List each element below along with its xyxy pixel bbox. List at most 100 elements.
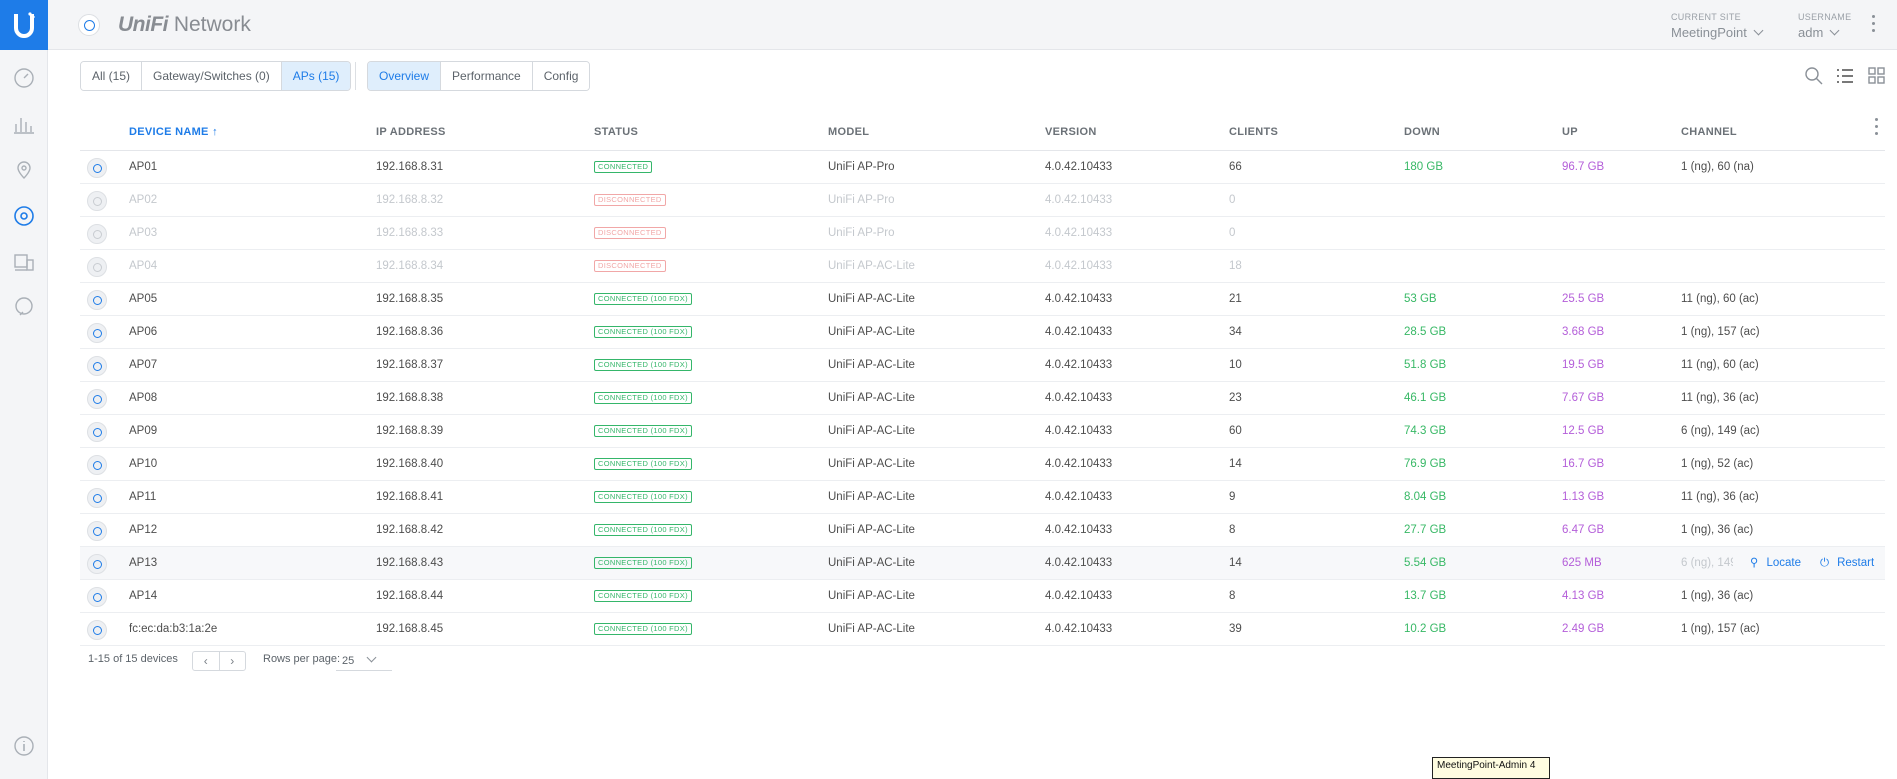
header-more-icon[interactable] (1872, 15, 1876, 36)
username-label: USERNAME (1798, 12, 1852, 22)
channel-cell: 1 (ng), 157 (ac) (1681, 326, 1760, 338)
table-row[interactable]: AP10 CONNECTED (100 FDX) 192.168.8.40 UniFi… (80, 448, 1885, 481)
device-name[interactable]: AP07 (129, 349, 157, 381)
ip-cell: 192.168.8.42 (376, 524, 444, 536)
statistics-icon[interactable] (11, 111, 37, 137)
table-row[interactable]: AP06 CONNECTED (100 FDX) 192.168.8.36 UniFi… (80, 316, 1885, 349)
status-badge: CONNECTED (100 FDX) (594, 325, 692, 338)
unifi-logo[interactable] (0, 0, 48, 50)
device-name[interactable]: AP05 (129, 283, 157, 315)
rows-per-page-select[interactable]: 25 (336, 651, 392, 671)
insights-icon[interactable] (11, 294, 37, 320)
channel-cell: 11 (ng), 60 (ac) (1681, 293, 1759, 305)
device-name[interactable]: AP06 (129, 316, 157, 348)
table-row[interactable]: AP07 CONNECTED (100 FDX) 192.168.8.37 UniFi… (80, 349, 1885, 382)
col-clients[interactable]: CLIENTS (1229, 126, 1278, 138)
access-point-icon (87, 356, 107, 376)
device-name[interactable]: AP12 (129, 514, 157, 546)
table-row[interactable]: AP11 CONNECTED (100 FDX) 192.168.8.41 UniFi… (80, 481, 1885, 514)
up-cell: 96.7 GB (1562, 161, 1605, 173)
dashboard-icon[interactable] (11, 65, 37, 91)
access-point-icon (87, 191, 107, 211)
status-cell: CONNECTED (100 FDX) (594, 283, 692, 315)
up-cell: 3.68 GB (1562, 326, 1605, 338)
down-cell: 74.3 GB (1404, 425, 1447, 437)
clients-icon[interactable] (11, 249, 37, 275)
ip-cell: 192.168.8.37 (376, 359, 444, 371)
model-cell: UniFi AP-AC-Lite (828, 590, 915, 602)
model-cell: UniFi AP-AC-Lite (828, 392, 915, 404)
device-name[interactable]: AP01 (129, 151, 157, 183)
col-status[interactable]: STATUS (594, 126, 638, 138)
next-page-icon[interactable]: › (220, 652, 246, 670)
table-row[interactable]: AP04 DISCONNECTED 192.168.8.34 UniFi AP-AC-… (80, 250, 1885, 283)
clients-cell: 23 (1229, 392, 1242, 404)
down-cell: 76.9 GB (1404, 458, 1447, 470)
table-row[interactable]: AP05 CONNECTED (100 FDX) 192.168.8.35 UniFi… (80, 283, 1885, 316)
col-ip-address[interactable]: IP ADDRESS (376, 126, 446, 138)
table-row[interactable]: AP14 CONNECTED (100 FDX) 192.168.8.44 UniFi… (80, 580, 1885, 613)
filter-aps[interactable]: APs (15) (281, 62, 351, 90)
tab-overview[interactable]: Overview (368, 62, 442, 90)
table-row[interactable]: AP09 CONNECTED (100 FDX) 192.168.8.39 UniFi… (80, 415, 1885, 448)
device-name[interactable]: AP14 (129, 580, 157, 612)
pagination: ‹ › (192, 651, 246, 671)
column-options-icon[interactable] (1875, 118, 1879, 139)
device-name[interactable]: AP04 (129, 250, 157, 282)
device-name[interactable]: AP02 (129, 184, 157, 216)
filter-all[interactable]: All (15) (81, 62, 143, 90)
col-channel[interactable]: CHANNEL (1681, 126, 1737, 138)
site-selector[interactable]: MeetingPoint (1671, 25, 1764, 40)
table-row[interactable]: fc:ec:da:b3:1a:2e CONNECTED (100 FDX) 192.… (80, 613, 1885, 646)
user-menu[interactable]: adm (1798, 25, 1840, 40)
table-row[interactable]: AP01 CONNECTED 192.168.8.31 UniFi AP-Pro 4.0… (80, 151, 1885, 184)
version-cell: 4.0.42.10433 (1045, 425, 1113, 437)
table-row[interactable]: AP13 CONNECTED (100 FDX) 192.168.8.43 UniFi… (80, 547, 1885, 580)
table-row[interactable]: AP12 CONNECTED (100 FDX) 192.168.8.42 UniFi… (80, 514, 1885, 547)
status-cell: CONNECTED (100 FDX) (594, 316, 692, 348)
version-cell: 4.0.42.10433 (1045, 293, 1113, 305)
prev-page-icon[interactable]: ‹ (193, 652, 220, 670)
status-badge: CONNECTED (100 FDX) (594, 457, 692, 470)
device-name[interactable]: AP03 (129, 217, 157, 249)
chevron-down-icon (366, 652, 377, 663)
tab-performance[interactable]: Performance (441, 62, 533, 90)
locate-button[interactable]: ⚲ Locate (1750, 547, 1801, 579)
restart-button[interactable]: ⏻ Restart (1820, 547, 1874, 579)
device-name[interactable]: AP09 (129, 415, 157, 447)
info-icon[interactable] (11, 733, 37, 759)
device-table-header: DEVICE NAME ↑ IP ADDRESS STATUS MODEL VE… (80, 113, 1885, 151)
table-row[interactable]: AP03 DISCONNECTED 192.168.8.33 UniFi AP-Pro… (80, 217, 1885, 250)
current-site-label: CURRENT SITE (1671, 12, 1741, 22)
locate-label: Locate (1766, 557, 1801, 569)
channel-cell: 11 (ng), 60 (ac) (1681, 359, 1759, 371)
table-row[interactable]: AP02 DISCONNECTED 192.168.8.32 UniFi AP-Pro… (80, 184, 1885, 217)
list-view-icon[interactable] (1835, 66, 1855, 86)
device-name[interactable]: AP11 (129, 481, 156, 513)
access-point-icon (87, 224, 107, 244)
rows-per-page-label: Rows per page: (263, 653, 341, 665)
filter-gateway-switches[interactable]: Gateway/Switches (0) (142, 62, 282, 90)
grid-view-icon[interactable] (1867, 66, 1887, 86)
clients-cell: 66 (1229, 161, 1242, 173)
col-device-name[interactable]: DEVICE NAME ↑ (129, 126, 218, 138)
col-model[interactable]: MODEL (828, 126, 869, 138)
search-icon[interactable] (1804, 66, 1824, 86)
device-name[interactable]: fc:ec:da:b3:1a:2e (129, 613, 217, 645)
col-down[interactable]: DOWN (1404, 126, 1440, 138)
col-up[interactable]: UP (1562, 126, 1578, 138)
tab-config[interactable]: Config (532, 62, 590, 90)
ip-cell: 192.168.8.32 (376, 194, 444, 206)
version-cell: 4.0.42.10433 (1045, 491, 1113, 503)
device-name[interactable]: AP10 (129, 448, 157, 480)
power-icon: ⏻ (1820, 557, 1830, 569)
status-badge: CONNECTED (100 FDX) (594, 490, 692, 503)
col-version[interactable]: VERSION (1045, 126, 1097, 138)
locate-icon: ⚲ (1750, 557, 1759, 569)
model-cell: UniFi AP-AC-Lite (828, 491, 915, 503)
device-name[interactable]: AP08 (129, 382, 157, 414)
device-name[interactable]: AP13 (129, 547, 157, 579)
map-icon[interactable] (11, 158, 37, 184)
table-row[interactable]: AP08 CONNECTED (100 FDX) 192.168.8.38 UniFi… (80, 382, 1885, 415)
devices-icon[interactable] (11, 203, 37, 229)
